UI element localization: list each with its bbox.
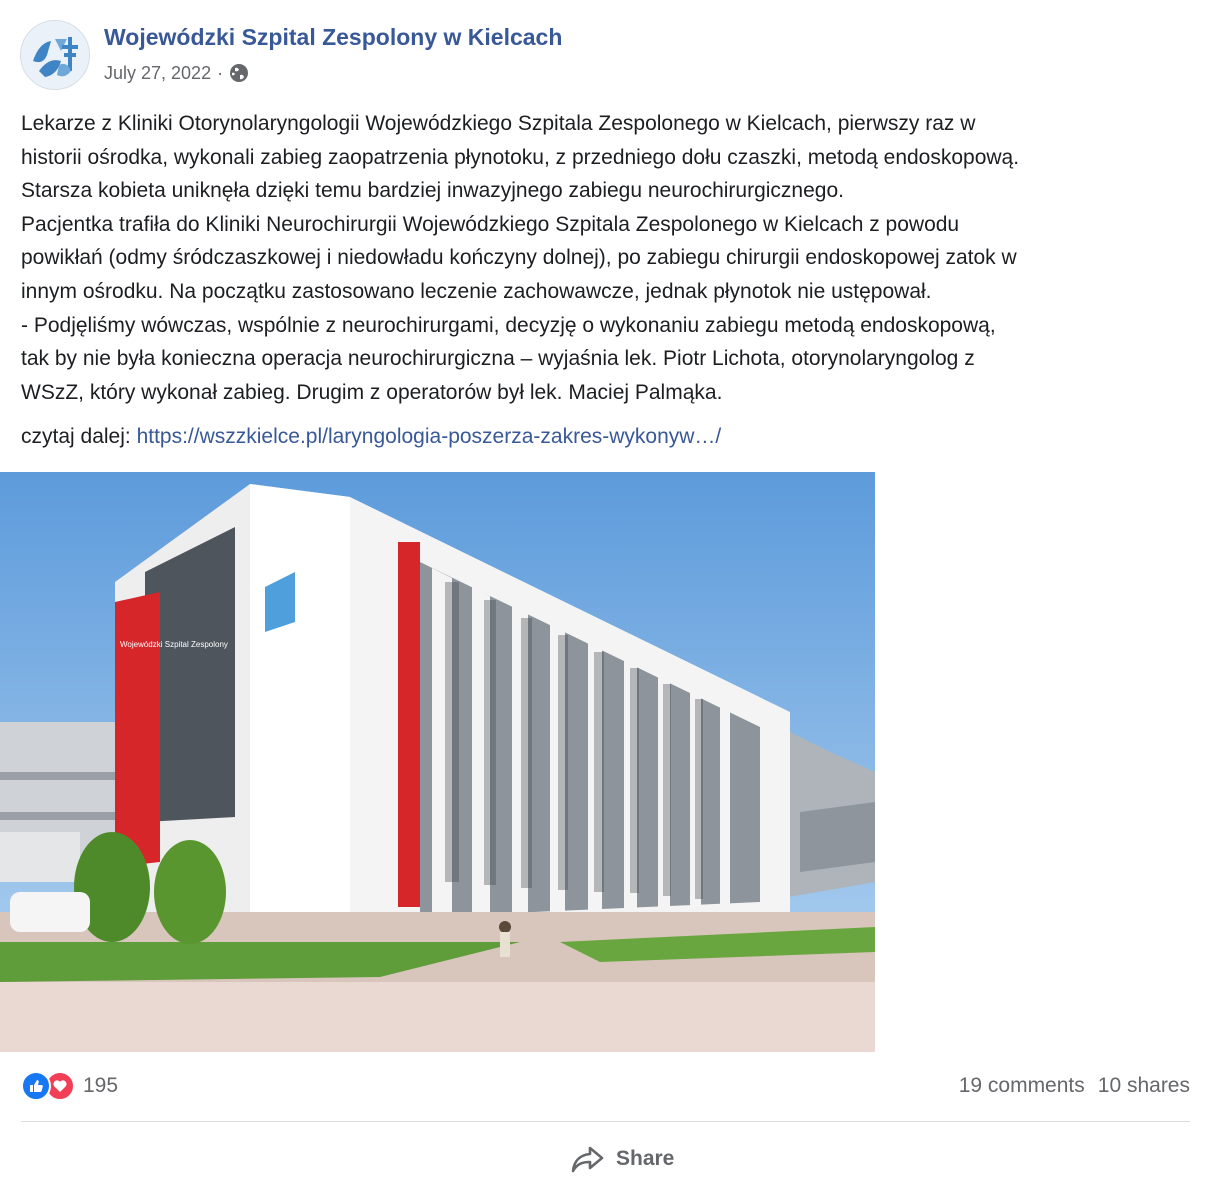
read-more-link[interactable]: https://wszzkielce.pl/laryngologia-posze… — [137, 425, 722, 448]
shares-count[interactable]: 10 shares — [1098, 1074, 1190, 1098]
post-text-line: innym ośrodku. Na początku zastosowano l… — [21, 279, 932, 303]
post-text-line: historii ośrodka, wykonali zabieg zaopat… — [21, 145, 1020, 169]
post-meta: July 27, 2022 · — [104, 61, 249, 85]
divider — [21, 1121, 1190, 1122]
building-sign: Wojewódzki Szpital Zespolony — [120, 640, 228, 649]
post-text-line: Starsza kobieta uniknęła dzięki temu bar… — [21, 179, 844, 203]
read-more-label: czytaj dalej: — [21, 425, 131, 448]
read-more: czytaj dalej: https://wszzkielce.pl/lary… — [21, 421, 721, 453]
page-name-link[interactable]: Wojewódzki Szpital Zespolony w Kielcach — [104, 24, 562, 51]
post-text-line: powikłań (odmy śródczaszkowej i niedowła… — [21, 246, 1017, 270]
like-icon — [21, 1071, 51, 1101]
meta-separator: · — [217, 62, 224, 83]
post-text-line: - Podjęliśmy wówczas, wspólnie z neuroch… — [21, 313, 996, 337]
post-text-line: Pacjentka trafiła do Kliniki Neurochirur… — [21, 212, 960, 236]
share-button[interactable]: Share — [570, 1137, 674, 1181]
hospital-building-image: Wojewódzki Szpital Zespolony — [0, 472, 875, 1052]
share-arrow-icon — [571, 1146, 604, 1173]
reactions-summary[interactable]: 195 — [21, 1070, 118, 1102]
post-date[interactable]: July 27, 2022 — [104, 63, 211, 84]
page-avatar[interactable] — [20, 20, 90, 90]
engagement-stats: 19 comments 10 shares — [959, 1072, 1190, 1100]
comments-count[interactable]: 19 comments — [959, 1074, 1085, 1098]
share-label: Share — [616, 1147, 675, 1170]
reaction-count: 195 — [83, 1074, 119, 1097]
post-text-line: WSzZ, który wykonał zabieg. Drugim z ope… — [21, 380, 723, 404]
facebook-post: Wojewódzki Szpital Zespolony w Kielcach … — [0, 0, 1207, 1186]
post-text-line: Lekarze z Kliniki Otorynolaryngologii Wo… — [21, 112, 976, 135]
post-text: Lekarze z Kliniki Otorynolaryngologii Wo… — [21, 107, 1191, 409]
post-text-line: tak by nie była konieczna operacja neuro… — [21, 347, 975, 371]
hospital-logo-icon — [21, 21, 89, 89]
post-photo[interactable]: Wojewódzki Szpital Zespolony — [0, 472, 875, 1052]
globe-icon[interactable] — [229, 63, 249, 83]
